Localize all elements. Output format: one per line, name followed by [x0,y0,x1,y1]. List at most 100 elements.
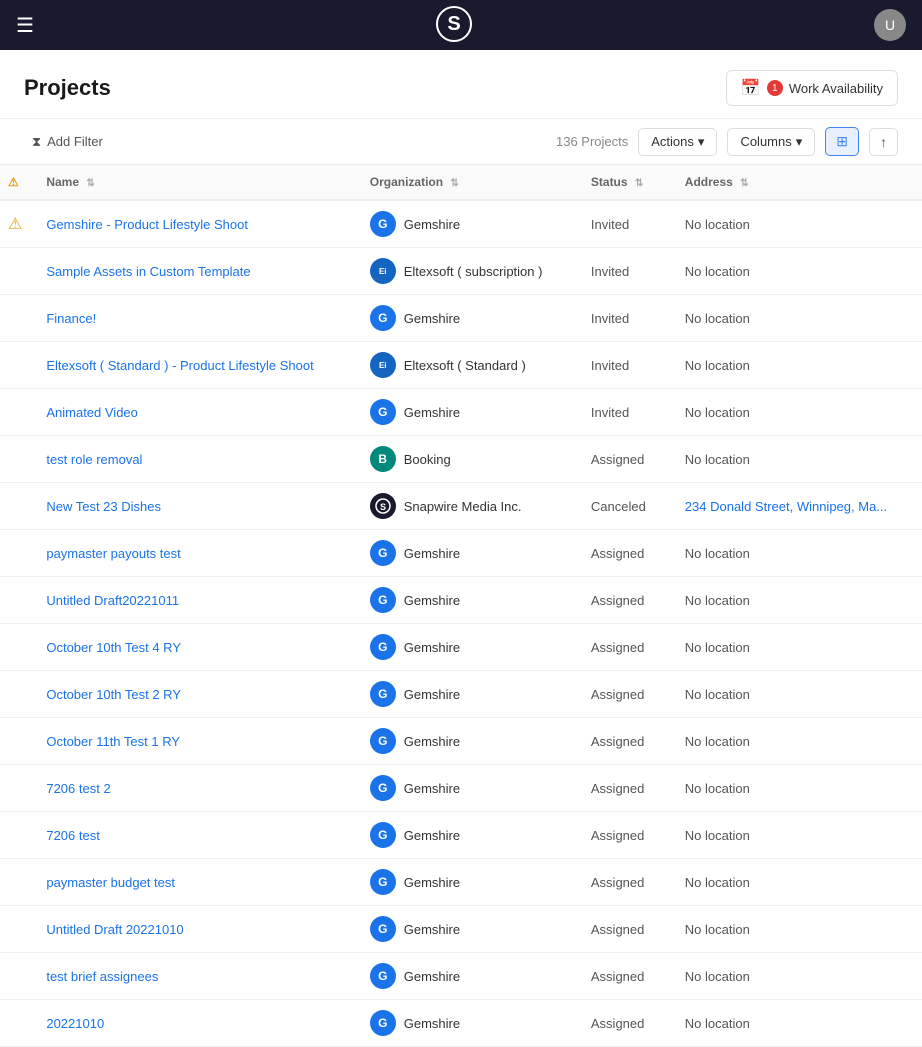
project-name-link[interactable]: Untitled Draft 20221010 [46,922,183,937]
warning-cell [0,671,30,718]
status-cell: Assigned [575,859,669,906]
address-cell: No location [669,718,922,765]
org-avatar: G [370,916,396,942]
org-avatar: G [370,963,396,989]
org-name-label: Snapwire Media Inc. [404,499,522,514]
address-text: No location [685,358,750,373]
project-name-link[interactable]: October 10th Test 2 RY [46,687,181,702]
org-cell: GGemshire [354,718,575,765]
project-name-link[interactable]: 20221010 [46,1016,104,1031]
export-icon: ↑ [880,134,887,150]
warning-cell [0,812,30,859]
org-name-label: Gemshire [404,828,460,843]
name-cell: Untitled Draft 20221010 [30,906,353,953]
table-row: ⚠Gemshire - Product Lifestyle ShootGGems… [0,200,922,248]
address-cell: No location [669,1000,922,1047]
avatar[interactable]: U [874,9,906,41]
org-avatar: G [370,681,396,707]
hamburger-menu[interactable]: ☰ [16,13,34,38]
org-avatar: B [370,446,396,472]
columns-chevron-icon: ▾ [796,134,803,150]
status-cell: Assigned [575,624,669,671]
warning-header-col: ⚠ [0,165,30,200]
org-cell: EiEltexsoft ( Standard ) [354,342,575,389]
status-cell: Assigned [575,906,669,953]
project-name-link[interactable]: October 10th Test 4 RY [46,640,181,655]
address-text: No location [685,593,750,608]
project-name-link[interactable]: Gemshire - Product Lifestyle Shoot [46,217,248,232]
project-name-link[interactable]: New Test 23 Dishes [46,499,161,514]
org-avatar: G [370,822,396,848]
project-name-link[interactable]: paymaster payouts test [46,546,180,561]
work-availability-button[interactable]: 📅 1 Work Availability [726,70,898,106]
project-name-link[interactable]: Eltexsoft ( Standard ) - Product Lifesty… [46,358,313,373]
grid-view-button[interactable]: ⊞ [825,127,859,156]
name-cell: Animated Video [30,389,353,436]
org-cell: GGemshire [354,1000,575,1047]
org-cell: GGemshire [354,577,575,624]
project-name-link[interactable]: Sample Assets in Custom Template [46,264,250,279]
org-name-label: Booking [404,452,451,467]
logo-icon: S [436,6,472,42]
status-badge: Invited [591,217,629,232]
col-header-name[interactable]: Name ⇅ [30,165,353,200]
grid-icon: ⊞ [836,133,848,149]
org-avatar: G [370,305,396,331]
org-avatar: Ei [370,258,396,284]
project-name-link[interactable]: Untitled Draft20221011 [46,593,179,608]
col-header-status[interactable]: Status ⇅ [575,165,669,200]
name-cell: New Test 23 Dishes [30,483,353,530]
address-cell: No location [669,812,922,859]
org-cell: GGemshire [354,624,575,671]
org-cell: GGemshire [354,906,575,953]
project-name-link[interactable]: 7206 test 2 [46,781,110,796]
col-header-organization[interactable]: Organization ⇅ [354,165,575,200]
col-header-address[interactable]: Address ⇅ [669,165,922,200]
status-badge: Assigned [591,828,644,843]
warning-cell [0,436,30,483]
address-link[interactable]: 234 Donald Street, Winnipeg, Ma... [685,499,887,514]
status-badge: Canceled [591,499,646,514]
svg-text:S: S [380,502,386,512]
warning-cell [0,577,30,624]
project-name-link[interactable]: October 11th Test 1 RY [46,734,180,749]
warning-cell [0,624,30,671]
org-name-label: Eltexsoft ( Standard ) [404,358,526,373]
address-sort-icon: ⇅ [740,178,748,189]
table-row: Eltexsoft ( Standard ) - Product Lifesty… [0,342,922,389]
export-button[interactable]: ↑ [869,128,898,156]
actions-button[interactable]: Actions ▾ [638,128,717,156]
name-cell: test role removal [30,436,353,483]
warning-cell [0,342,30,389]
status-cell: Assigned [575,953,669,1000]
project-name-link[interactable]: paymaster budget test [46,875,175,890]
columns-button[interactable]: Columns ▾ [727,128,815,156]
project-name-link[interactable]: test brief assignees [46,969,158,984]
col-address-label: Address [685,175,733,189]
name-cell: Sample Assets in Custom Template [30,248,353,295]
warning-cell [0,248,30,295]
org-cell: GGemshire [354,200,575,248]
main-content: Projects 📅 1 Work Availability ⧗ Add Fil… [0,50,922,1047]
status-badge: Invited [591,264,629,279]
project-name-link[interactable]: Animated Video [46,405,138,420]
warning-cell [0,906,30,953]
project-name-link[interactable]: test role removal [46,452,142,467]
toolbar: ⧗ Add Filter 136 Projects Actions ▾ Colu… [0,118,922,165]
name-sort-icon: ⇅ [86,178,94,189]
status-cell: Invited [575,200,669,248]
name-cell: 20221010 [30,1000,353,1047]
name-cell: 7206 test 2 [30,765,353,812]
add-filter-label: Add Filter [47,134,103,149]
project-name-link[interactable]: Finance! [46,311,96,326]
page-header: Projects 📅 1 Work Availability [0,50,922,118]
status-cell: Assigned [575,671,669,718]
status-cell: Assigned [575,718,669,765]
add-filter-button[interactable]: ⧗ Add Filter [24,130,111,154]
table-row: Untitled Draft20221011GGemshireAssignedN… [0,577,922,624]
org-avatar: G [370,587,396,613]
address-cell: No location [669,765,922,812]
org-name-label: Gemshire [404,311,460,326]
project-name-link[interactable]: 7206 test [46,828,100,843]
address-cell: No location [669,436,922,483]
